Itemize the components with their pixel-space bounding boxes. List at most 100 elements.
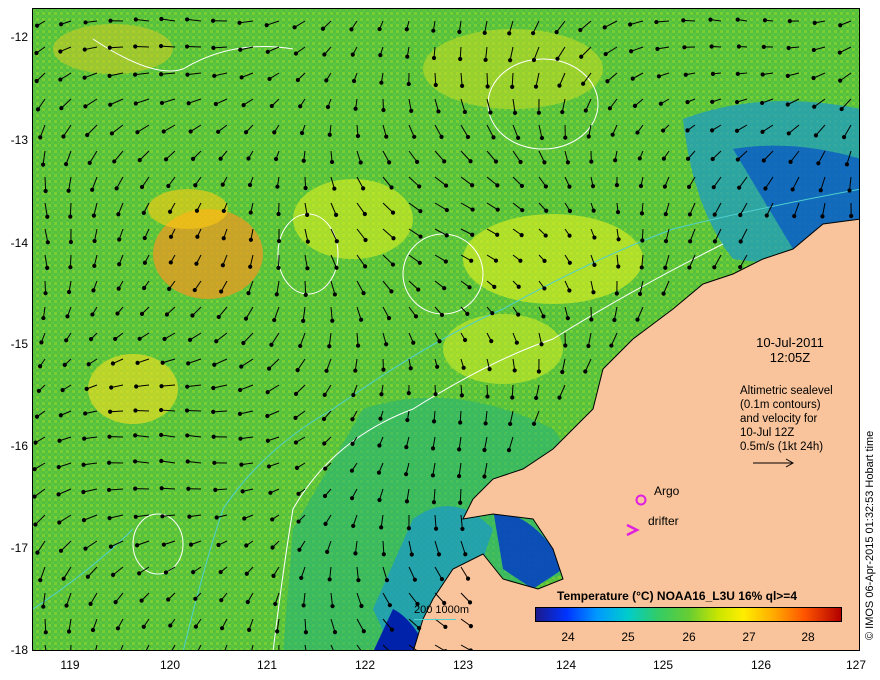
velocity-arrow-head — [108, 544, 114, 549]
velocity-arrow-head — [470, 207, 475, 212]
velocity-arrow-head — [329, 159, 335, 165]
velocity-arrow-head — [738, 239, 743, 244]
velocity-arrow-head — [330, 318, 335, 323]
velocity-arrow-head — [377, 26, 382, 32]
velocity-arrow-head — [351, 523, 356, 529]
velocity-arrow-head — [444, 207, 449, 213]
velocity-arrow-head — [518, 159, 523, 165]
velocity-arrow-head — [133, 17, 138, 22]
velocity-arrow-head — [539, 135, 545, 141]
velocity-arrow-head — [491, 135, 496, 140]
velocity-arrow-head — [65, 314, 70, 319]
velocity-arrow-head — [361, 291, 366, 296]
velocity-arrow-head — [390, 210, 396, 215]
velocity-arrow-head — [557, 83, 562, 88]
timestamp-block: 10-Jul-2011 12:05Z — [735, 335, 845, 365]
velocity-arrow-head — [188, 129, 193, 134]
velocity-arrow-head — [463, 552, 468, 557]
velocity-arrow-head — [41, 604, 46, 609]
velocity-arrow-head — [414, 159, 420, 164]
velocity-arrow-head — [637, 156, 642, 161]
velocity-arrow-head — [81, 518, 87, 523]
velocity-arrow-head — [83, 546, 88, 551]
velocity-arrow-head — [320, 26, 326, 31]
velocity-arrow-head — [84, 386, 89, 391]
velocity-arrow-head — [520, 208, 525, 213]
velocity-arrow-head — [353, 106, 358, 111]
velocity-arrow-head — [518, 258, 523, 263]
lat-label: -17 — [10, 541, 28, 555]
velocity-arrow-head — [268, 490, 273, 495]
colorbar-tick: 27 — [742, 630, 756, 644]
velocity-arrow-head — [323, 521, 328, 526]
velocity-arrow-head — [483, 421, 488, 426]
velocity-arrow-head — [458, 56, 463, 62]
velocity-arrow-head — [324, 78, 329, 83]
velocity-arrow-head — [442, 286, 447, 291]
lon-label: 119 — [60, 658, 80, 672]
time-text: 12:05Z — [769, 350, 811, 365]
velocity-arrow-head — [238, 436, 243, 441]
velocity-arrow-head — [110, 572, 116, 577]
velocity-arrow-head — [185, 72, 190, 77]
velocity-arrow-head — [325, 549, 330, 554]
lon-label: 120 — [159, 658, 181, 672]
velocity-arrow-head — [239, 75, 244, 80]
velocity-arrow-head — [442, 159, 447, 164]
velocity-arrow-head — [240, 489, 245, 494]
lon-label: 124 — [555, 658, 577, 672]
velocity-arrow-head — [247, 627, 252, 632]
velocity-arrow-head — [272, 317, 277, 323]
velocity-arrow-head — [135, 543, 140, 548]
velocity-arrow-head — [349, 496, 355, 501]
velocity-arrow-head — [212, 362, 217, 367]
velocity-arrow-head — [92, 238, 97, 244]
velocity-arrow-head — [133, 101, 138, 106]
velocity-arrow-head — [239, 364, 244, 369]
velocity-arrow-head — [563, 135, 568, 140]
velocity-arrow-head — [735, 17, 740, 22]
velocity-arrow-head — [298, 343, 303, 349]
velocity-arrow-head — [847, 188, 852, 193]
lon-label: 121 — [256, 658, 278, 672]
velocity-arrow-head — [387, 160, 392, 165]
warm-patch — [148, 189, 228, 229]
velocity-arrow-head — [106, 487, 112, 493]
velocity-arrow-head — [82, 75, 87, 80]
velocity-arrow-head — [417, 260, 422, 265]
velocity-arrow-head — [193, 596, 198, 601]
velocity-arrow-head — [839, 106, 844, 112]
velocity-arrow-head — [83, 411, 88, 416]
velocity-arrow-head — [381, 367, 386, 372]
velocity-arrow-head — [62, 362, 67, 367]
velocity-arrow-head — [276, 211, 281, 217]
velocity-arrow-head — [734, 99, 740, 105]
velocity-arrow-head — [468, 648, 473, 650]
velocity-arrow-head — [355, 133, 361, 139]
velocity-arrow-head — [418, 234, 423, 239]
velocity-arrow-head — [132, 459, 138, 464]
velocity-arrow-head — [349, 27, 354, 32]
velocity-arrow-head — [658, 101, 663, 106]
velocity-arrow-head — [710, 71, 716, 76]
velocity-arrow-head — [639, 265, 644, 270]
velocity-arrow-head — [332, 186, 337, 191]
velocity-arrow-head — [510, 395, 515, 400]
velocity-arrow-head — [221, 236, 226, 241]
velocity-arrow-head — [760, 129, 765, 134]
velocity-arrow-head — [356, 578, 361, 583]
isobath-legend-line — [414, 619, 456, 620]
velocity-arrow-head — [81, 462, 86, 467]
velocity-arrow-head — [332, 292, 337, 297]
velocity-arrow-head — [542, 160, 547, 165]
velocity-arrow-head — [186, 486, 191, 491]
velocity-arrow-head — [495, 207, 500, 212]
velocity-arrow-head — [333, 212, 339, 217]
velocity-arrow-head — [837, 50, 842, 55]
velocity-arrow-head — [638, 183, 644, 189]
velocity-arrow-head — [184, 408, 190, 413]
velocity-arrow-head — [113, 336, 118, 342]
velocity-arrow-head — [379, 80, 384, 85]
velocity-arrow-head — [457, 29, 462, 34]
velocity-arrow-head — [239, 462, 244, 467]
